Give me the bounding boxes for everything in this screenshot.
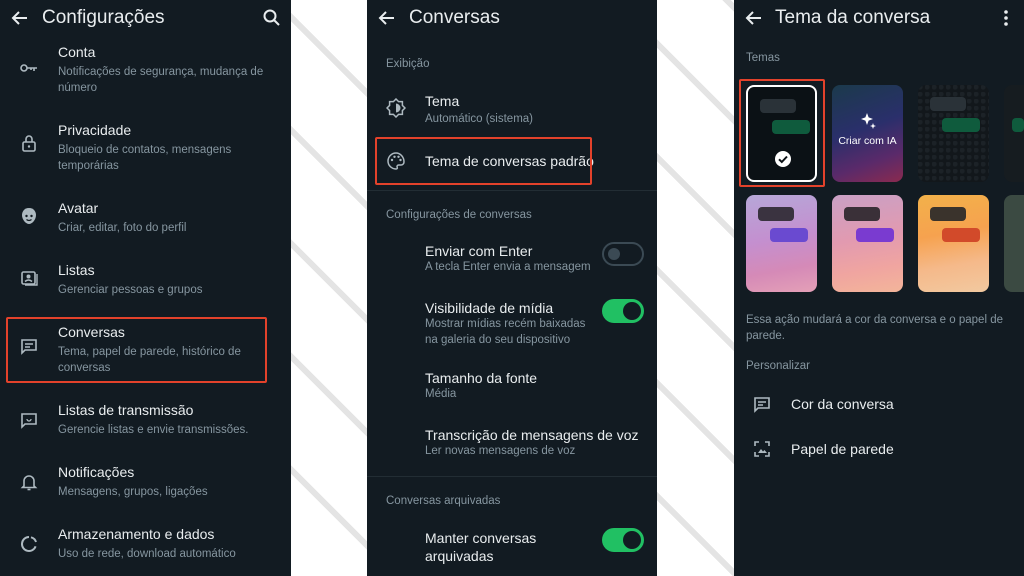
- theme-option-partial[interactable]: [1004, 195, 1024, 292]
- brightness-icon: [386, 98, 406, 118]
- highlight-box: [739, 79, 825, 187]
- settings-item-avatar[interactable]: Avatar Criar, editar, foto do perfil: [0, 196, 291, 242]
- toggle-knob: [623, 531, 641, 549]
- bubble-outgoing: [1012, 118, 1024, 132]
- setting-value: Automático (sistema): [425, 113, 534, 125]
- setting-desc: Mostrar mídias recém baixadas na galeria…: [425, 318, 586, 346]
- contacts-list-icon: [19, 268, 39, 288]
- item-desc: Gerencie listas e envie transmissões.: [58, 424, 249, 436]
- theme-note: Essa ação mudará a cor da conversa e o p…: [746, 314, 1003, 342]
- page-title: Configurações: [42, 7, 165, 28]
- item-desc: Notificações de segurança, mudança de nú…: [58, 66, 264, 94]
- item-label: Notificações: [58, 464, 135, 480]
- bubble-outgoing: [942, 228, 980, 242]
- toggle-knob: [608, 248, 620, 260]
- item-desc: Uso de rede, download automático: [58, 548, 236, 560]
- sparkle-icon: [858, 111, 878, 131]
- section-header-arquivadas: Conversas arquivadas: [386, 495, 501, 507]
- bubble-outgoing: [770, 228, 808, 242]
- theme-option-partial[interactable]: [1004, 85, 1024, 182]
- bubble-outgoing: [856, 228, 894, 242]
- divider: [367, 476, 657, 477]
- setting-label: Manter conversas arquivadas: [425, 530, 537, 564]
- item-desc: Bloqueio de contatos, mensagens temporár…: [58, 144, 232, 172]
- chats-settings-screen: Conversas Exibição Tema Automático (sist…: [367, 0, 657, 576]
- create-ai-label: Criar com IA: [838, 135, 897, 147]
- bubble-incoming: [758, 207, 794, 221]
- chats-topbar: Conversas: [367, 0, 657, 38]
- theme-option-dark-doodle[interactable]: [918, 85, 989, 182]
- key-icon: [19, 58, 39, 78]
- toggle-knob: [623, 302, 641, 320]
- highlight-box: [6, 317, 267, 383]
- enter-toggle[interactable]: [602, 242, 644, 266]
- storage-circle-icon: [19, 534, 39, 554]
- setting-value: Média: [425, 388, 457, 400]
- setting-desc: A tecla Enter envia a mensagem: [425, 261, 591, 273]
- setting-label: Tamanho da fonte: [425, 370, 538, 386]
- back-arrow-icon[interactable]: [377, 8, 397, 28]
- item-label: Avatar: [58, 200, 99, 216]
- theme-option-pink[interactable]: [832, 195, 903, 292]
- page-title: Tema da conversa: [775, 7, 931, 28]
- more-options-icon[interactable]: [996, 8, 1016, 28]
- setting-label: Transcrição de mensagens de voz: [425, 427, 639, 443]
- search-icon[interactable]: [262, 8, 282, 28]
- setting-label: Tema: [425, 93, 460, 109]
- theme-option-orange[interactable]: [918, 195, 989, 292]
- section-header-temas: Temas: [746, 52, 780, 64]
- theme-option-create-ai[interactable]: Criar com IA: [832, 85, 903, 182]
- setting-transcricao[interactable]: Transcrição de mensagens de voz Ler nova…: [367, 424, 657, 460]
- chat-color-icon: [752, 394, 772, 414]
- settings-item-privacidade[interactable]: Privacidade Bloqueio de contatos, mensag…: [0, 118, 291, 178]
- settings-screen: Configurações Conta Notificações de segu…: [0, 0, 291, 576]
- item-desc: Gerenciar pessoas e grupos: [58, 284, 203, 296]
- setting-desc: Ler novas mensagens de voz: [425, 445, 576, 457]
- highlight-box: [375, 137, 592, 185]
- settings-item-armazenamento[interactable]: Armazenamento e dados Uso de rede, downl…: [0, 522, 291, 568]
- item-label: Listas de transmissão: [58, 402, 194, 418]
- settings-item-notificacoes[interactable]: Notificações Mensagens, grupos, ligações: [0, 460, 291, 506]
- divider: [367, 190, 657, 191]
- item-label: Conta: [58, 44, 96, 60]
- bubble-incoming: [844, 207, 880, 221]
- item-label: Listas: [58, 262, 95, 278]
- setting-tema[interactable]: Tema Automático (sistema): [367, 88, 657, 132]
- back-arrow-icon[interactable]: [744, 8, 764, 28]
- settings-topbar: Configurações: [0, 0, 291, 38]
- settings-item-listas[interactable]: Listas Gerenciar pessoas e grupos: [0, 258, 291, 304]
- section-header-personalizar: Personalizar: [746, 360, 810, 372]
- broadcast-icon: [19, 410, 39, 430]
- page-title: Conversas: [409, 7, 500, 28]
- theme-topbar: Tema da conversa: [734, 0, 1024, 38]
- section-header-configuracoes: Configurações de conversas: [386, 209, 532, 221]
- keep-archived-toggle[interactable]: [602, 528, 644, 552]
- bubble-incoming: [930, 207, 966, 221]
- option-label: Papel de parede: [791, 441, 894, 457]
- item-desc: Mensagens, grupos, ligações: [58, 486, 208, 498]
- bubble-outgoing: [942, 118, 980, 132]
- settings-item-conta[interactable]: Conta Notificações de segurança, mudança…: [0, 40, 291, 100]
- back-arrow-icon[interactable]: [10, 8, 30, 28]
- chat-theme-screen: Tema da conversa Temas Criar com IA Essa…: [734, 0, 1024, 576]
- avatar-face-icon: [19, 206, 39, 226]
- option-cor-da-conversa[interactable]: Cor da conversa: [734, 388, 1024, 420]
- setting-tamanho-fonte[interactable]: Tamanho da fonte Média: [367, 367, 657, 403]
- bell-icon: [19, 472, 39, 492]
- media-visibility-toggle[interactable]: [602, 299, 644, 323]
- option-papel-de-parede[interactable]: Papel de parede: [734, 433, 1024, 465]
- lock-icon: [19, 133, 39, 153]
- option-label: Cor da conversa: [791, 396, 894, 412]
- setting-label: Visibilidade de mídia: [425, 300, 554, 316]
- item-label: Armazenamento e dados: [58, 526, 215, 542]
- theme-option-lavender[interactable]: [746, 195, 817, 292]
- section-header-exibicao: Exibição: [386, 58, 430, 70]
- item-desc: Criar, editar, foto do perfil: [58, 222, 187, 234]
- bubble-incoming: [930, 97, 966, 111]
- settings-item-listas-transmissao[interactable]: Listas de transmissão Gerencie listas e …: [0, 398, 291, 444]
- wallpaper-icon: [752, 439, 772, 459]
- item-label: Privacidade: [58, 122, 132, 138]
- setting-label: Enviar com Enter: [425, 243, 533, 259]
